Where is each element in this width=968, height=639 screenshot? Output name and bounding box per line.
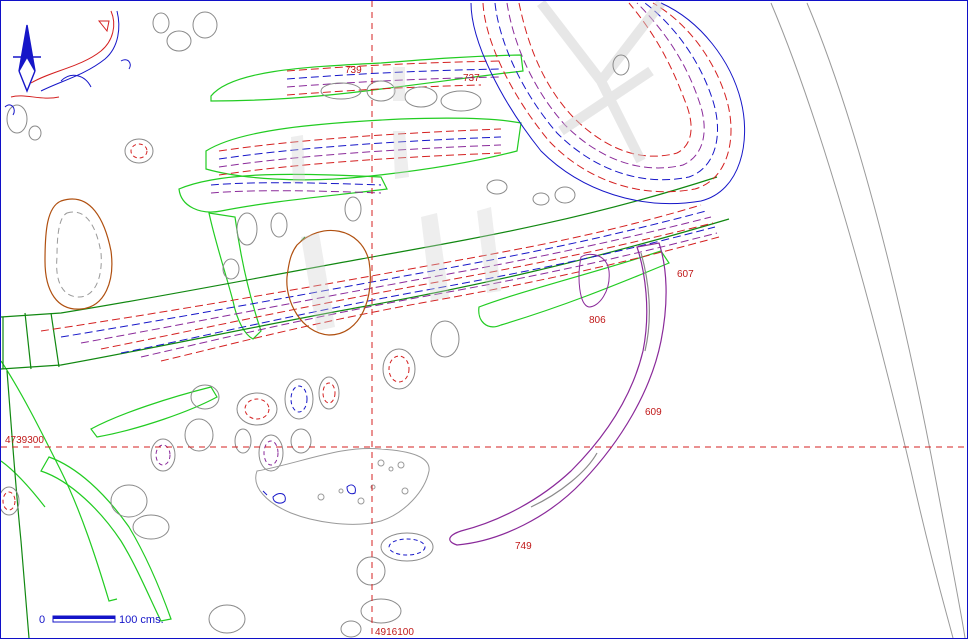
- feature-label-607: 607: [677, 269, 694, 280]
- wall-contours: [40, 204, 720, 362]
- boundary-lines: [770, 2, 966, 638]
- feature-609-749-outline: [449, 242, 667, 546]
- scale-zero-label: 0: [39, 614, 45, 626]
- scale-max-label: 100 cms.: [119, 614, 164, 626]
- stone-contours: [2, 143, 426, 556]
- blue-fragments: [262, 484, 356, 504]
- grid-northing-label: 4739300: [5, 435, 44, 446]
- plan-drawing: 739 737 607 806 609 749 4739300 4916100 …: [1, 1, 967, 638]
- grid-easting-label: 4916100: [375, 627, 414, 638]
- wall-bands: [291, 67, 501, 331]
- north-arrow-icon: [13, 24, 41, 93]
- feature-label-739: 739: [345, 65, 362, 76]
- coordinate-grid: [1, 1, 967, 638]
- scale-bar: [52, 615, 116, 623]
- enclosure-outline: [470, 1, 746, 204]
- feature-label-609: 609: [645, 407, 662, 418]
- feature-label-806: 806: [589, 315, 606, 326]
- upper-wall-contours: [210, 60, 502, 194]
- brown-inner-dashed: [56, 211, 102, 298]
- feature-label-737: 737: [463, 73, 480, 84]
- green-wall-outlines: [1, 54, 670, 622]
- map-canvas[interactable]: 739 737 607 806 609 749 4739300 4916100 …: [0, 0, 968, 639]
- feature-label-749: 749: [515, 541, 532, 552]
